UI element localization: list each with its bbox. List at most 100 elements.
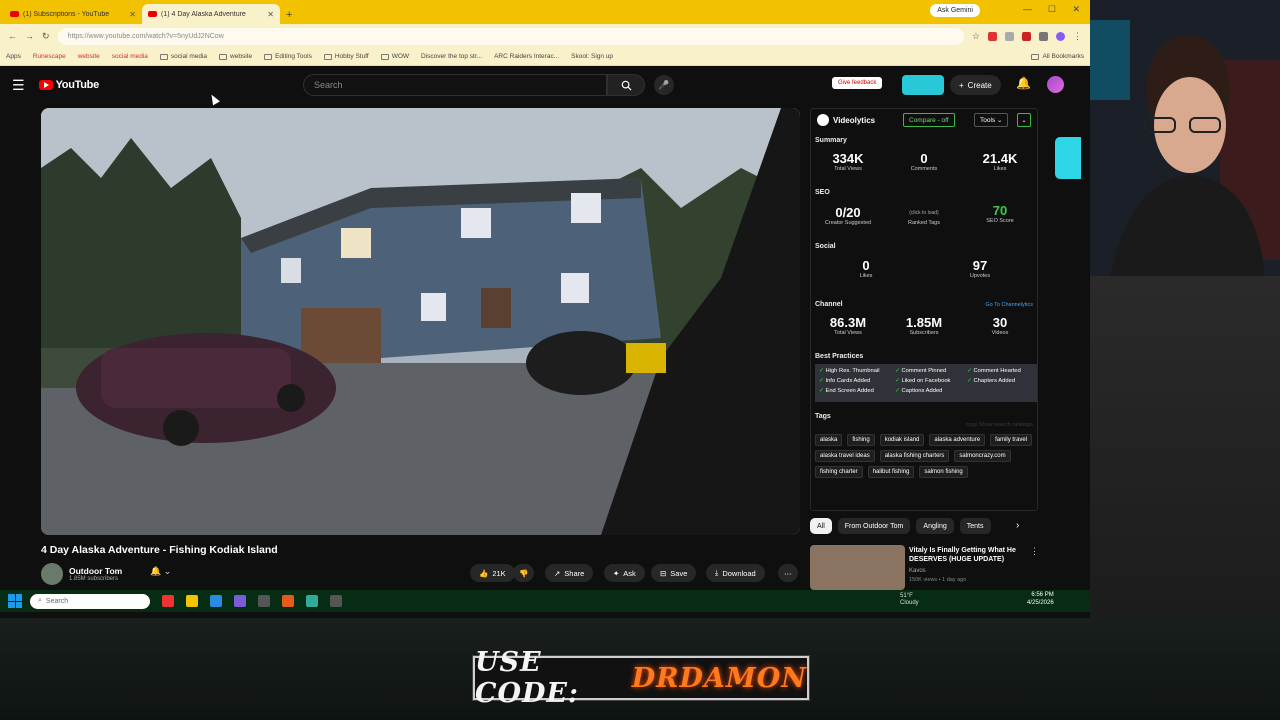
bookmark-folder-hobby-stuff[interactable]: Hobby Stuff	[323, 53, 369, 60]
bookmark-runescape[interactable]: Runescape	[33, 53, 66, 60]
search-input[interactable]: Search	[303, 74, 607, 96]
stat-likes: 21.4K Likes	[965, 151, 1035, 172]
bookmark-arc-raiders[interactable]: ARC Raiders Interac...	[494, 53, 559, 60]
tag-chip[interactable]: salmon fishing	[919, 466, 968, 478]
bookmark-folder-wow[interactable]: WOW	[380, 53, 409, 60]
close-tab-icon[interactable]: ✕	[267, 10, 274, 19]
new-tab-button[interactable]: +	[280, 9, 298, 24]
back-icon[interactable]: ←	[8, 31, 17, 41]
chip-from-channel[interactable]: From Outdoor Tom	[837, 518, 911, 534]
minimize-icon[interactable]: —	[1023, 4, 1032, 14]
system-clock[interactable]: 6:56 PM 4/25/2026	[1027, 592, 1054, 607]
tools-dropdown[interactable]: Tools ⌄	[974, 113, 1009, 127]
bookmark-social-media[interactable]: social media	[112, 53, 148, 60]
channel-name[interactable]: Outdoor Tom	[69, 566, 122, 576]
taskbar-search[interactable]: ⌕ Search	[30, 593, 150, 609]
app-icon[interactable]	[330, 595, 342, 607]
share-button[interactable]: ↗ Share	[545, 564, 594, 582]
reload-icon[interactable]: ↻	[42, 31, 50, 42]
forward-icon[interactable]: →	[25, 31, 34, 41]
bookmark-skool[interactable]: Skool: Sign up	[571, 53, 613, 60]
stat-ranked-tags[interactable]: (click to load) Ranked Tags	[889, 205, 959, 226]
recommended-channel[interactable]: Kavos	[909, 568, 926, 574]
create-button[interactable]: + Create	[950, 75, 1001, 95]
bookmark-folder-editing-tools[interactable]: Editing Tools	[264, 53, 312, 60]
tag-chip[interactable]: alaska adventure	[929, 434, 986, 446]
video-player[interactable]	[41, 108, 800, 535]
tag-chip[interactable]: fishing	[847, 434, 875, 446]
extension-icon[interactable]	[988, 31, 997, 41]
recommended-thumbnail[interactable]	[810, 545, 905, 590]
search-button[interactable]	[607, 74, 645, 96]
bookmark-folder-website[interactable]: website	[219, 53, 252, 60]
tag-chip[interactable]: kodiak island	[879, 434, 925, 446]
tag-chip[interactable]: alaska travel ideas	[815, 450, 875, 462]
weather-widget[interactable]: 51°F Cloudy	[900, 593, 919, 606]
channel-avatar[interactable]	[41, 563, 63, 585]
url-field[interactable]: https://www.youtube.com/watch?v=5nyUdJ2N…	[57, 27, 964, 45]
tab-subscriptions[interactable]: (1) Subscriptions - YouTube ✕	[4, 4, 142, 24]
ask-button[interactable]: ✦ Ask	[604, 564, 645, 582]
bookmark-website[interactable]: website	[78, 53, 100, 60]
videolytics-side-tab[interactable]	[1055, 137, 1081, 179]
seo-heading: SEO	[815, 189, 830, 196]
stat-label: Subscribers	[909, 330, 939, 336]
bookmark-label: All Bookmarks	[1042, 53, 1084, 60]
all-bookmarks-folder[interactable]: All Bookmarks	[1031, 53, 1084, 60]
close-tab-icon[interactable]: ✕	[129, 10, 136, 19]
videolytics-toggle-button[interactable]	[902, 75, 944, 95]
more-actions-button[interactable]: ⋯	[778, 564, 798, 582]
like-button[interactable]: 👍 21K	[470, 564, 515, 582]
extension-icon[interactable]	[1022, 31, 1031, 41]
tag-chip[interactable]: halibut fishing	[867, 466, 915, 478]
youtube-logo[interactable]: YouTube	[38, 79, 99, 91]
bookmark-discover[interactable]: Discover the top str...	[421, 53, 482, 60]
maximize-icon[interactable]: ☐	[1048, 4, 1056, 15]
profile-icon[interactable]	[1056, 31, 1065, 41]
tag-chip[interactable]: alaska fishing charters	[879, 450, 950, 462]
file-explorer-icon[interactable]	[186, 595, 198, 607]
tag-chip[interactable]: fishing charter	[815, 466, 863, 478]
app-icon[interactable]	[258, 595, 270, 607]
edge-icon[interactable]	[210, 595, 222, 607]
app-icon[interactable]	[282, 595, 294, 607]
tag-chip[interactable]: alaska	[815, 434, 843, 446]
chip-angling[interactable]: Angling	[916, 518, 954, 534]
save-button[interactable]: ⊟ Save	[651, 564, 697, 582]
recommended-title[interactable]: Vitaly Is Finally Getting What He DESERV…	[909, 546, 1034, 564]
user-avatar[interactable]	[1047, 76, 1064, 93]
bookmark-apps[interactable]: Apps	[6, 53, 21, 60]
menu-kebab-icon[interactable]: ⋮	[1073, 31, 1082, 42]
tag-chip[interactable]: salmoncrazy.com	[954, 450, 1011, 462]
tag-chip[interactable]: family travel	[990, 434, 1033, 446]
app-icon[interactable]	[306, 595, 318, 607]
tags-controls[interactable]: copy Show search rankings	[966, 422, 1033, 428]
chip-tents[interactable]: Tents	[959, 518, 991, 534]
windows-start-icon[interactable]	[8, 594, 22, 608]
ask-gemini-button[interactable]: Ask Gemini	[930, 4, 980, 17]
more-options-icon[interactable]: ⋮	[1030, 546, 1039, 557]
compare-toggle-button[interactable]: Compare - off	[903, 113, 955, 127]
app-icon[interactable]	[234, 595, 246, 607]
close-window-icon[interactable]: ✕	[1072, 4, 1080, 15]
subscription-bell-icon[interactable]: 🔔 ⌄	[150, 566, 171, 577]
bookmark-folder-social-media[interactable]: social media	[159, 53, 207, 60]
click-to-load[interactable]: (click to load)	[889, 210, 959, 216]
extensions-puzzle-icon[interactable]	[1039, 31, 1048, 41]
chrome-icon[interactable]	[162, 595, 174, 607]
chip-all[interactable]: All	[810, 518, 832, 534]
hamburger-menu-icon[interactable]: ☰	[12, 77, 25, 94]
dislike-button[interactable]: 👎	[513, 564, 535, 582]
bookmark-star-icon[interactable]: ☆	[972, 31, 980, 42]
extension-icon[interactable]	[1005, 31, 1014, 41]
chevron-right-icon[interactable]: ›	[1016, 520, 1019, 531]
go-to-channelytics-link[interactable]: Go To Channelytics	[985, 302, 1033, 308]
give-feedback-button[interactable]: Give feedback	[832, 77, 883, 89]
download-button[interactable]: ⤓ Download	[706, 564, 765, 582]
stat-label: Total Views	[834, 166, 862, 172]
tab-alaska-video[interactable]: (1) 4 Day Alaska Adventure ✕	[142, 4, 280, 24]
ask-label: Ask	[623, 568, 636, 578]
chevron-down-icon[interactable]: ⌄	[1017, 113, 1031, 127]
notifications-bell-icon[interactable]: 🔔	[1016, 76, 1031, 90]
voice-search-mic-icon[interactable]: 🎤	[654, 75, 674, 95]
